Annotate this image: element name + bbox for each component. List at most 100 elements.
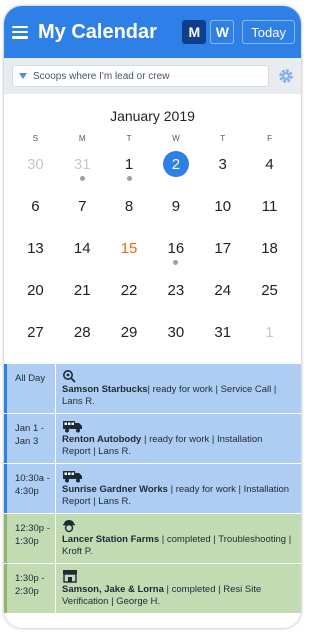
day-number: 9 [171, 197, 181, 215]
days-of-week-header: SMTWTF [4, 134, 301, 143]
calendar-day[interactable]: 30 [152, 311, 199, 353]
event-title: Samson, Jake & Lorna [62, 584, 164, 595]
day-of-week-label: S [32, 134, 39, 143]
calendar-day[interactable]: 18 [246, 227, 293, 269]
day-number: 11 [261, 197, 278, 215]
calendar-day[interactable]: 1 [106, 143, 153, 185]
calendar-week-row: 30 31 1 2 3 4 [4, 143, 301, 185]
event-title: Renton Autobody [62, 434, 142, 445]
day-number: 27 [27, 323, 44, 341]
calendar-day[interactable]: 4 [246, 143, 293, 185]
event-body: Sunrise Gardner Works | ready for work |… [56, 464, 301, 513]
event-item[interactable]: 12:30p - 1:30p Lancer Station Farms | com… [4, 514, 301, 564]
event-item[interactable]: 10:30a - 4:30p Sunrise Gardner Works | re… [4, 464, 301, 514]
event-list: All Day Samson Starbucks| ready for work … [4, 364, 301, 614]
calendar-day[interactable]: 27 [12, 311, 59, 353]
calendar-day[interactable]: 13 [12, 227, 59, 269]
calendar-day[interactable]: 14 [59, 227, 106, 269]
month-calendar: January 2019 SMTWTF 30 31 1 2 3 4 6 7 8 9 10 11 13 14… [4, 94, 301, 366]
day-number: 15 [120, 239, 138, 257]
filter-funnel-icon [19, 73, 27, 79]
month-view-button[interactable]: M [182, 20, 207, 44]
event-item[interactable]: All Day Samson Starbucks| ready for work … [4, 364, 301, 414]
calendar-day[interactable]: 31 [59, 143, 106, 185]
calendar-day[interactable]: 25 [246, 269, 293, 311]
calendar-day[interactable]: 6 [12, 185, 59, 227]
calendar-day[interactable]: 7 [59, 185, 106, 227]
calendar-day[interactable]: 22 [106, 269, 153, 311]
calendar-day[interactable]: 9 [152, 185, 199, 227]
calendar-day[interactable]: 1 [246, 311, 293, 353]
event-title: Lancer Station Farms [62, 534, 160, 545]
day-of-week-label: M [78, 134, 86, 143]
calendar-week-row: 13 14 15 16 17 18 [4, 227, 301, 269]
calendar-grid: 30 31 1 2 3 4 6 7 8 9 10 11 13 14 15 16 17 18 20 21 22 23 24 25… [4, 143, 301, 353]
calendar-day[interactable]: 10 [199, 185, 246, 227]
day-number: 24 [214, 281, 232, 299]
calendar-day[interactable]: 20 [12, 269, 59, 311]
event-indicator-dot [79, 176, 85, 181]
day-of-week-label: F [267, 134, 272, 143]
day-number: 10 [214, 197, 232, 215]
event-time: 1:30p - 2:30p [4, 564, 56, 613]
day-number: 2 [162, 151, 189, 177]
calendar-week-row: 20 21 22 23 24 25 [4, 269, 301, 311]
day-number: 25 [261, 281, 278, 299]
calendar-day[interactable]: 21 [59, 269, 106, 311]
calendar-day[interactable]: 24 [199, 269, 246, 311]
today-button[interactable]: Today [242, 20, 295, 44]
day-number: 29 [120, 323, 138, 341]
event-time: Jan 1 - Jan 3 [4, 414, 56, 463]
calendar-day[interactable]: 15 [106, 227, 153, 269]
day-number: 1 [265, 323, 274, 341]
calendar-day[interactable]: 29 [106, 311, 153, 353]
calendar-day[interactable]: 28 [59, 311, 106, 353]
calendar-day[interactable]: 30 [12, 143, 59, 185]
event-time: 10:30a - 4:30p [4, 464, 56, 513]
day-number: 31 [214, 323, 232, 341]
week-view-button[interactable]: W [210, 20, 235, 44]
day-number: 8 [124, 197, 134, 215]
calendar-day[interactable]: 11 [246, 185, 293, 227]
filter-bar: Scoops where I'm lead or crew [4, 58, 301, 94]
phone-frame: My Calendar M W Today Scoops where I'm l… [4, 6, 301, 628]
calendar-day[interactable]: 23 [152, 269, 199, 311]
calendar-day[interactable]: 2 [152, 143, 199, 185]
day-number: 3 [218, 155, 227, 173]
event-body: Lancer Station Farms | completed | Troub… [56, 514, 301, 563]
calendar-day[interactable]: 31 [199, 311, 246, 353]
event-title: Samson Starbucks [62, 384, 148, 395]
event-item[interactable]: 1:30p - 2:30p Samson, Jake & Lorna | comp… [4, 564, 301, 614]
day-of-week-label: T [220, 134, 226, 143]
hamburger-menu-icon[interactable] [12, 25, 28, 39]
filter-field[interactable]: Scoops where I'm lead or crew [12, 65, 269, 87]
day-number: 1 [124, 155, 134, 173]
event-item[interactable]: Jan 1 - Jan 3 Renton Autobody | ready for… [4, 414, 301, 464]
day-number: 14 [73, 239, 91, 257]
calendar-day[interactable]: 17 [199, 227, 246, 269]
day-number: 17 [214, 239, 232, 257]
filter-text: Scoops where I'm lead or crew [33, 70, 170, 82]
day-number: 28 [73, 323, 91, 341]
storefront-icon [62, 569, 293, 583]
worker-icon [62, 519, 293, 533]
day-number: 6 [31, 197, 40, 215]
month-title: January 2019 [110, 108, 195, 124]
event-time: 12:30p - 1:30p [4, 514, 56, 563]
calendar-week-row: 27 28 29 30 31 1 [4, 311, 301, 353]
day-number: 7 [78, 197, 87, 215]
event-title: Sunrise Gardner Works [62, 484, 168, 495]
day-number: 21 [73, 281, 91, 299]
calendar-day[interactable]: 16 [152, 227, 199, 269]
day-number: 16 [167, 239, 185, 257]
gear-icon[interactable] [277, 67, 295, 85]
calendar-week-row: 6 7 8 9 10 11 [4, 185, 301, 227]
event-indicator-dot [173, 260, 179, 265]
event-indicator-dot [126, 176, 132, 181]
event-time: All Day [4, 364, 56, 413]
calendar-day[interactable]: 3 [199, 143, 246, 185]
day-number: 20 [27, 281, 44, 299]
day-number: 22 [120, 281, 138, 299]
calendar-day[interactable]: 8 [106, 185, 153, 227]
top-app-bar: My Calendar M W Today [4, 6, 301, 58]
